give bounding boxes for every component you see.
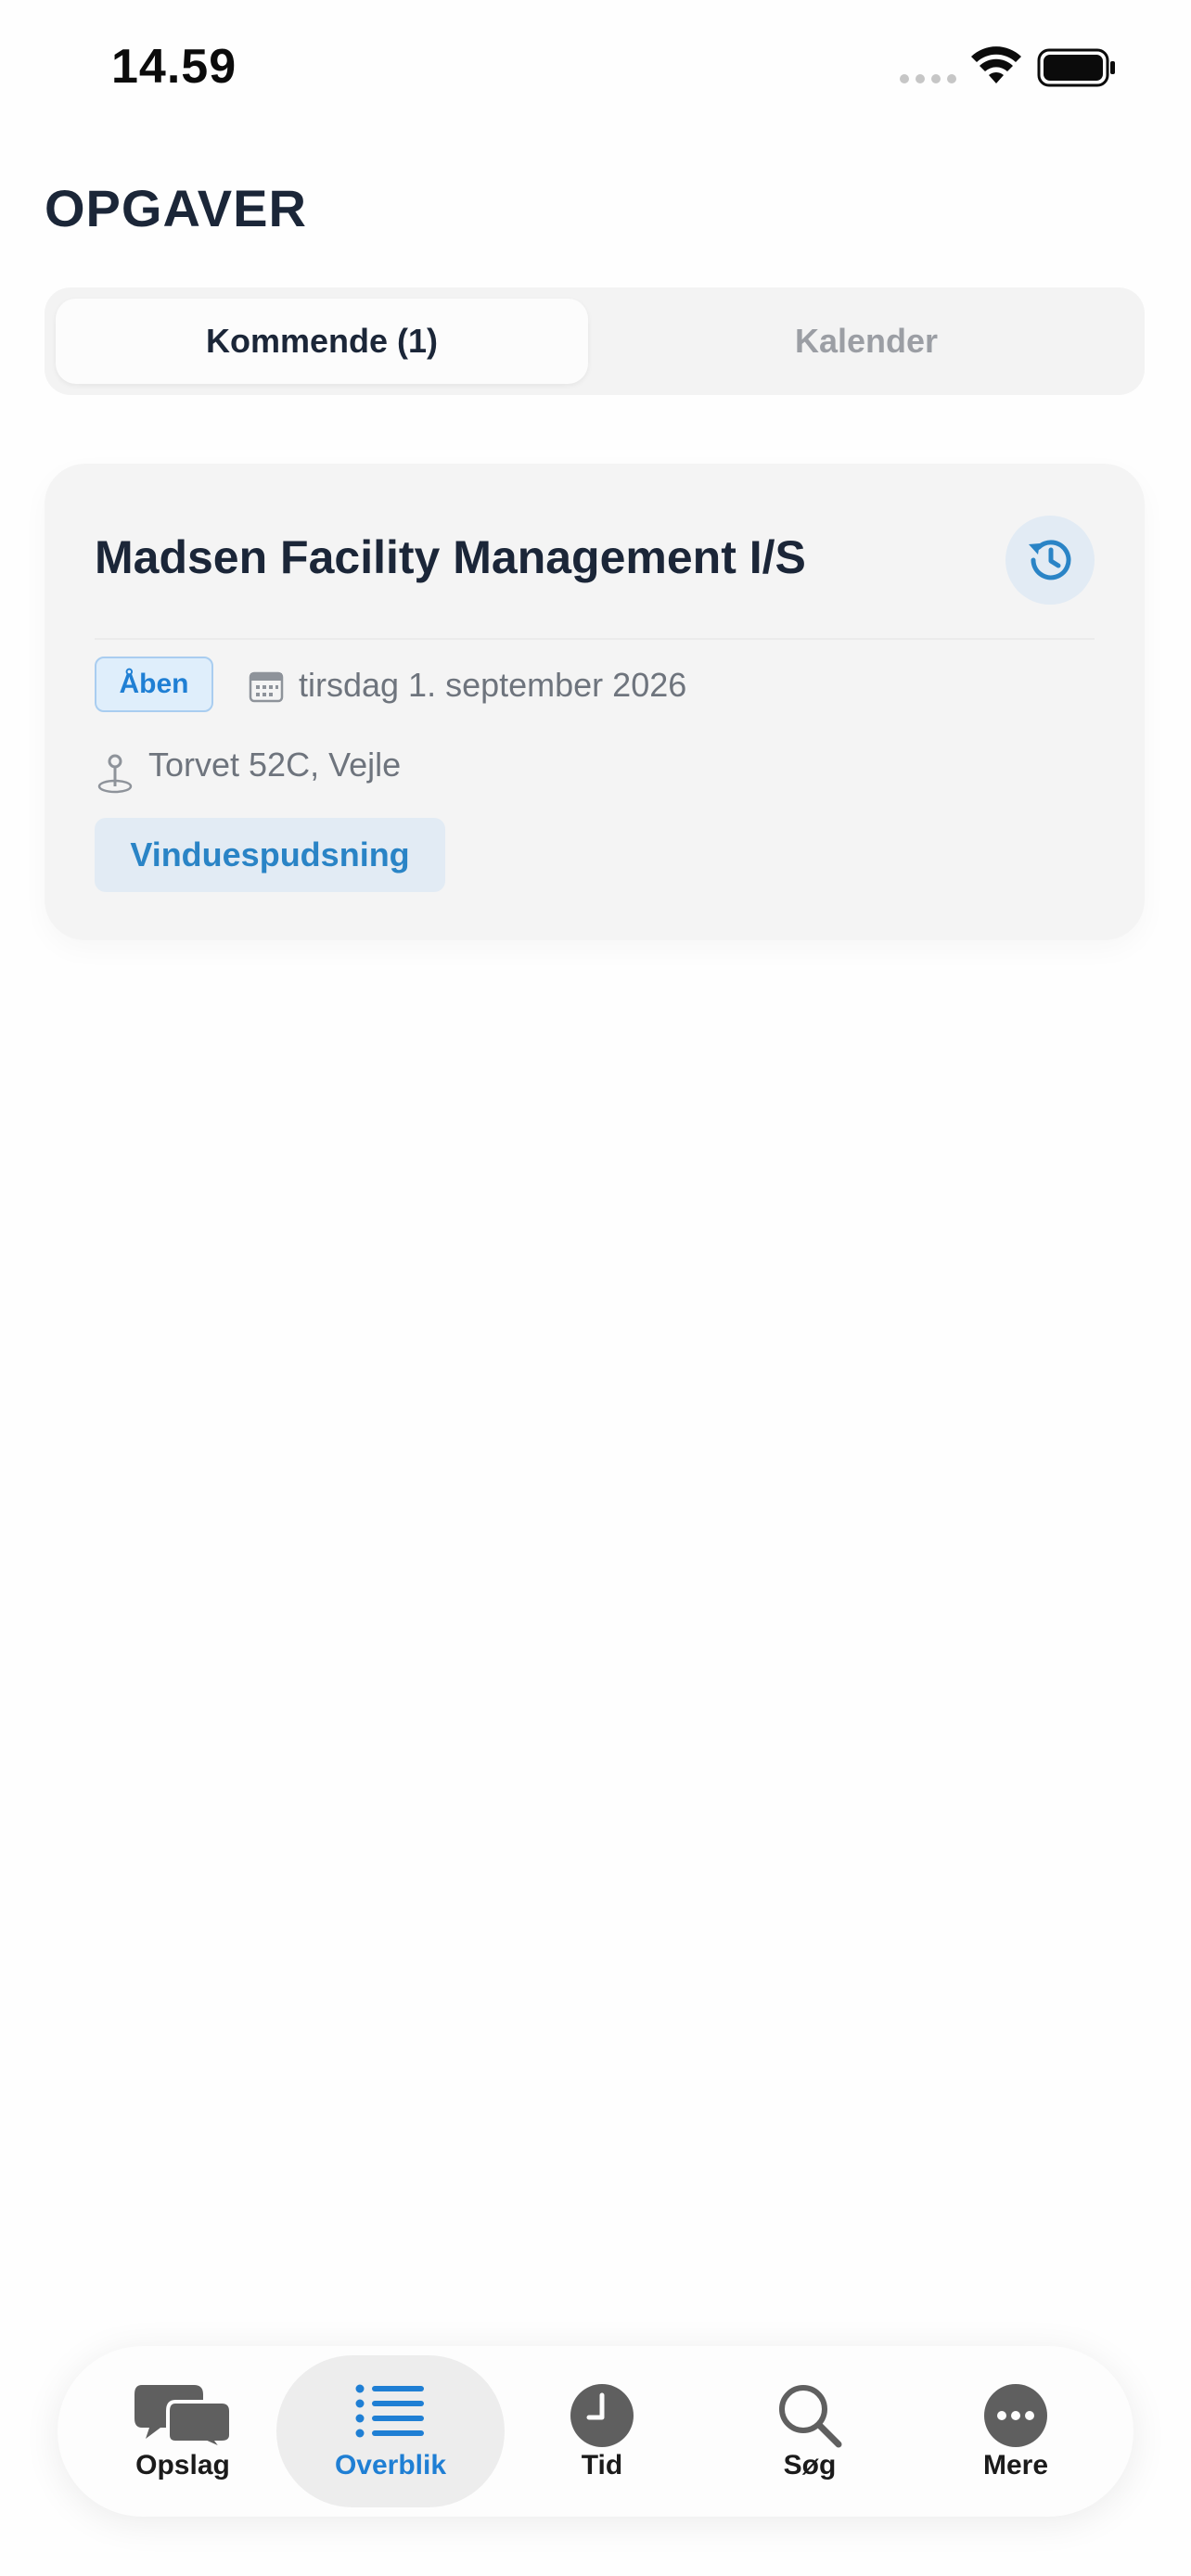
status-badge: Åben	[95, 657, 213, 712]
tab-sog[interactable]: Søg	[703, 2355, 916, 2507]
search-icon	[779, 2385, 842, 2448]
tab-label: Tid	[581, 2450, 623, 2480]
tab-label: Mere	[982, 2450, 1049, 2480]
chat-bubbles-icon	[134, 2385, 231, 2450]
page-title: OPGAVER	[45, 179, 307, 237]
task-company-name: Madsen Facility Management I/S	[95, 531, 806, 583]
segmented-control: Kommende (1) Kalender	[45, 287, 1145, 395]
tab-mere[interactable]: Mere	[909, 2355, 1122, 2507]
tab-label: Overblik	[334, 2450, 447, 2480]
task-address: Torvet 52C, Vejle	[148, 746, 402, 784]
tab-label: Søg	[783, 2450, 837, 2480]
task-card[interactable]: Madsen Facility Management I/S Åben tirs…	[45, 464, 1145, 940]
list-icon	[355, 2384, 424, 2438]
tab-label: Opslag	[135, 2450, 230, 2480]
cellular-signal-icon	[900, 74, 956, 83]
tab-tid[interactable]: Tid	[495, 2355, 709, 2507]
tab-opslag[interactable]: Opslag	[76, 2355, 289, 2507]
status-time: 14.59	[111, 40, 237, 94]
tab-calendar[interactable]: Kalender	[599, 299, 1133, 384]
location-pin-icon	[97, 754, 133, 794]
screen: 14.59 OPGAVER Kommende (1) Kalender Mads…	[0, 0, 1191, 2576]
battery-icon	[1037, 48, 1115, 87]
task-date: tirsdag 1. september 2026	[299, 666, 687, 704]
clock-icon	[570, 2384, 634, 2447]
calendar-icon	[249, 671, 284, 703]
card-divider	[95, 638, 1095, 640]
tab-overblik[interactable]: Overblik	[276, 2355, 505, 2507]
wifi-icon	[971, 46, 1021, 83]
task-type-tag: Vinduespudsning	[95, 818, 445, 892]
status-bar: 14.59	[0, 0, 1191, 139]
history-icon	[1029, 540, 1071, 580]
tab-upcoming[interactable]: Kommende (1)	[56, 299, 588, 384]
tab-bar: Opslag Overblik Tid Søg Mere	[58, 2346, 1133, 2517]
more-icon	[984, 2384, 1047, 2447]
history-button[interactable]	[1005, 516, 1095, 605]
